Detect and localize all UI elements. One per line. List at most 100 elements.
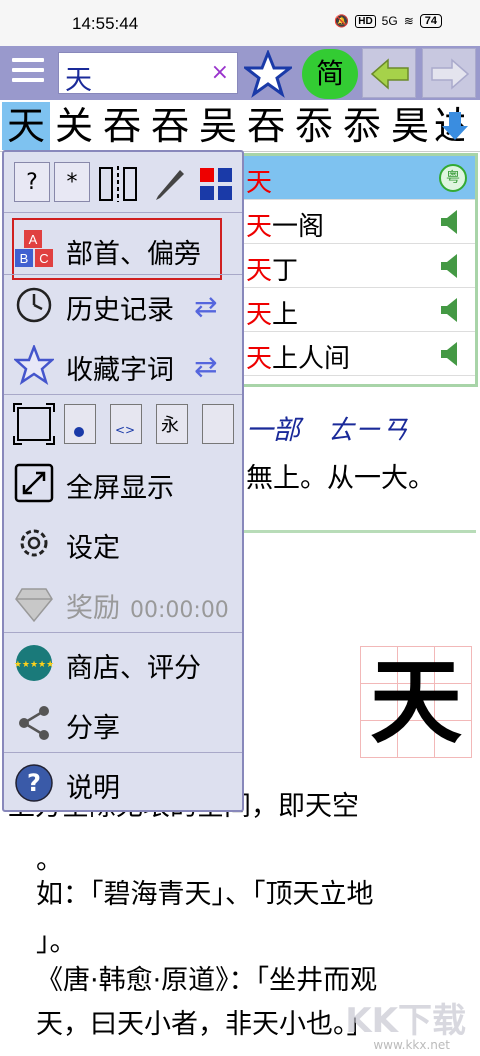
speaker-icon[interactable]	[441, 210, 457, 234]
reward-timer: 00:00:00	[130, 598, 229, 623]
content-line: 如：「碧海青天」、「顶天立地	[36, 879, 374, 910]
menu-item-history[interactable]: 历史记录 ⇄	[4, 276, 242, 334]
divider	[4, 752, 242, 753]
toolbar: 天 × 简	[0, 46, 480, 100]
menu-item-reward[interactable]: 奖励 00:00:00	[4, 574, 242, 632]
big-character: 天	[360, 646, 472, 758]
abc-blocks-icon: A B C	[15, 230, 53, 267]
side-menu: ? * A B C 部首、偏旁 历史记录 ⇄ 收藏字词 ⇄ <> 永 全屏显示 …	[2, 150, 244, 812]
reward-label: 奖励	[66, 593, 120, 624]
big-char-glyph: 天	[369, 648, 462, 756]
simplified-toggle-button[interactable]: 简	[302, 49, 358, 99]
frame-view-icon[interactable]	[12, 402, 56, 446]
strip-char[interactable]: 吴	[194, 102, 242, 150]
list-item[interactable]: 天上	[244, 288, 475, 332]
word-rest: 丁	[272, 256, 299, 286]
split-view-icon[interactable]	[98, 164, 138, 204]
arrow-right-icon	[431, 58, 470, 90]
svg-text:A: A	[29, 232, 38, 247]
view-mode-code-button[interactable]: <>	[110, 404, 142, 444]
favorite-star-icon[interactable]	[241, 48, 295, 98]
menu-label: 历史记录	[66, 295, 174, 326]
word-list: 天 粤 天一阁 天丁 天上 天上人间	[244, 153, 478, 387]
content-line: 天，曰天小者，非天小也。」	[36, 1009, 374, 1040]
svg-text:★★★★★: ★★★★★	[14, 660, 54, 670]
svg-text:?: ?	[27, 769, 41, 797]
word-rest: 上	[272, 300, 299, 330]
speaker-icon[interactable]	[441, 298, 457, 322]
back-button[interactable]	[362, 48, 416, 98]
strip-char[interactable]: 昊	[386, 102, 434, 150]
menu-label: 设定	[66, 533, 120, 564]
list-item[interactable]: 天上人间	[244, 332, 475, 376]
cantonese-badge[interactable]: 粤	[439, 164, 467, 192]
hd-icon: HD	[355, 14, 376, 28]
arrow-left-icon	[370, 58, 409, 90]
help-query-button[interactable]: ?	[14, 162, 50, 202]
menu-item-settings[interactable]: 设定	[4, 514, 242, 572]
forward-button[interactable]	[422, 48, 476, 98]
share-icon	[19, 706, 49, 740]
strip-char[interactable]: 吞	[98, 102, 146, 150]
word-rest: 上人间	[272, 344, 351, 374]
stroke-glyph: 永	[161, 415, 179, 436]
question-icon: ?	[15, 764, 53, 802]
color-grid-icon[interactable]	[198, 166, 234, 202]
clear-icon[interactable]: ×	[211, 60, 229, 85]
strip-char[interactable]: 关	[50, 102, 98, 150]
wildcard-button[interactable]: *	[54, 162, 90, 202]
divider	[4, 212, 242, 213]
menu-label: 说明	[66, 773, 120, 804]
word-headchar: 天	[246, 168, 273, 198]
word-headchar: 天	[246, 344, 273, 374]
content-line: 《唐·韩愈·原道》：「坐井而观	[36, 965, 378, 996]
word-headchar: 天	[246, 256, 273, 286]
sync-arrows-icon[interactable]: ⇄	[194, 290, 217, 323]
pencil-icon[interactable]	[152, 166, 188, 202]
view-mode-keypad-button[interactable]	[202, 404, 234, 444]
menu-toolbar: ? *	[12, 162, 238, 206]
definition-line: 無上。从一大。	[246, 463, 435, 494]
menu-item-help[interactable]: ? 说明	[4, 754, 242, 812]
mute-icon: 🔕	[334, 14, 350, 28]
list-item[interactable]: 天 粤	[244, 156, 475, 200]
watermark-logo: KK下载	[345, 1001, 466, 1041]
strip-char[interactable]: 忝	[338, 102, 386, 150]
divider	[4, 274, 242, 275]
search-value: 天	[65, 65, 92, 96]
sync-arrows-icon[interactable]: ⇄	[194, 350, 217, 383]
strip-char[interactable]: 天	[2, 102, 50, 150]
speaker-icon[interactable]	[441, 254, 457, 278]
star-outline-icon	[14, 345, 54, 385]
divider	[244, 530, 476, 533]
word-headchar: 天	[246, 300, 273, 330]
strip-char[interactable]: 忝	[290, 102, 338, 150]
menu-item-radicals[interactable]: A B C 部首、偏旁	[4, 220, 242, 278]
download-arrow-icon[interactable]	[440, 110, 470, 146]
view-mode-row: <> 永	[12, 402, 238, 448]
search-input[interactable]: 天 ×	[58, 52, 238, 96]
strip-char[interactable]: 吞	[242, 102, 290, 150]
strip-char[interactable]: 吞	[146, 102, 194, 150]
view-mode-stroke-button[interactable]: 永	[156, 404, 188, 444]
menu-label-disabled: 奖励 00:00:00	[66, 586, 229, 625]
divider	[4, 632, 242, 633]
word-headchar: 天	[246, 212, 273, 242]
list-item[interactable]: 天丁	[244, 244, 475, 288]
divider	[4, 394, 242, 395]
menu-icon[interactable]	[12, 58, 44, 88]
menu-item-favorites[interactable]: 收藏字词 ⇄	[4, 336, 242, 394]
menu-label: 收藏字词	[66, 355, 174, 386]
view-mode-dot-button[interactable]	[64, 404, 96, 444]
menu-item-share[interactable]: 分享	[4, 694, 242, 752]
menu-item-fullscreen[interactable]: 全屏显示	[4, 454, 242, 512]
character-strip: 天 关 吞 吞 吴 吞 忝 忝 昊 达	[0, 100, 480, 152]
list-item[interactable]: 天一阁	[244, 200, 475, 244]
menu-item-store[interactable]: ★★★★★ 商店、评分	[4, 634, 242, 692]
content-line: 」。	[36, 927, 77, 958]
svg-text:C: C	[39, 251, 48, 266]
status-icons: 🔕 HD 5G ≋ 74	[334, 14, 442, 28]
menu-label: 全屏显示	[66, 473, 174, 504]
speaker-icon[interactable]	[441, 342, 457, 366]
menu-label: 分享	[66, 713, 120, 744]
